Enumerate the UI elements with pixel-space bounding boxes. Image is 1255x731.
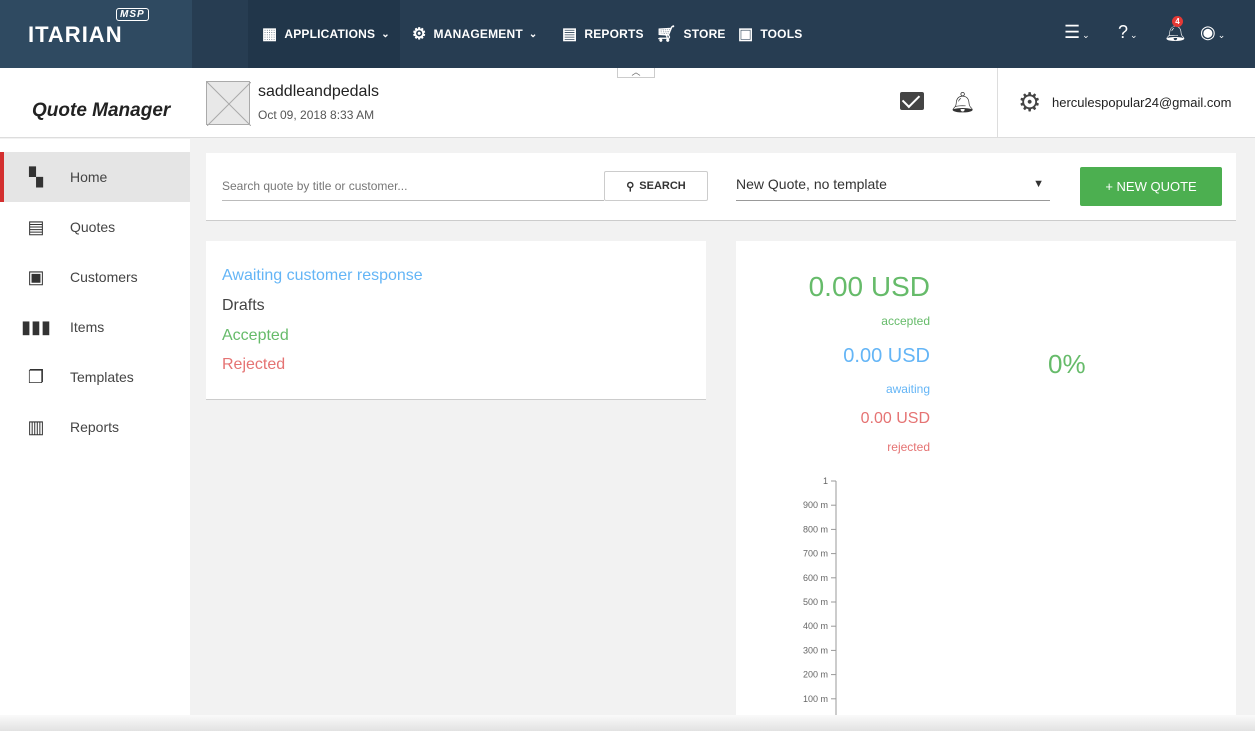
grid-icon: ▦: [262, 26, 278, 43]
brand-name: ITARIAN: [28, 22, 123, 47]
quote-status-panel: Awaiting customer response Drafts Accept…: [206, 241, 706, 400]
chevron-down-icon: ⌄: [528, 28, 538, 40]
template-select-value: New Quote, no template: [736, 176, 887, 192]
items-icon: ▮▮▮: [21, 316, 51, 337]
dropdown-caret-icon: ▼: [1033, 178, 1044, 190]
sidebar-item-label: Items: [70, 319, 105, 335]
quote-summary-panel: 0.00 USD accepted 0.00 USD awaiting 0.00…: [736, 241, 1236, 731]
chart-y-tick-label: 600 m: [803, 573, 828, 583]
template-select[interactable]: New Quote, no template ▼: [736, 171, 1050, 201]
sidebar-item-templates[interactable]: ❐ Templates: [0, 352, 190, 402]
chart-y-tick-label: 100 m: [803, 694, 828, 704]
search-input[interactable]: [222, 171, 604, 201]
sidebar-item-label: Reports: [70, 419, 120, 435]
cart-icon: 🛒︎: [656, 26, 677, 43]
report-icon: ▤: [562, 26, 578, 43]
chevron-down-icon: ⌄: [381, 28, 390, 40]
brand-tag: MSP: [116, 8, 149, 21]
nav-store-label: STORE: [683, 27, 726, 41]
nav-tools-label: TOOLS: [760, 27, 803, 41]
copy-icon: ❐: [27, 366, 45, 387]
app-header: Quote Manager saddleandpedals Oct 09, 20…: [0, 68, 1255, 138]
chevron-down-icon: ⌄: [1130, 30, 1138, 40]
header-divider: [997, 68, 998, 138]
nav-applications[interactable]: ▦ APPLICATIONS ⌄: [248, 0, 400, 68]
chart-y-tick-label: 300 m: [803, 645, 828, 655]
recent-history-button[interactable]: ☰ ⌄: [1064, 22, 1090, 43]
chart-y-tick-label: 900 m: [803, 500, 828, 510]
user-avatar-icon: ◉: [1200, 22, 1216, 42]
sidebar-item-label: Home: [70, 169, 108, 185]
tenant-logo-placeholder: [206, 81, 252, 127]
tenant-name: saddleandpedals: [258, 83, 379, 100]
nav-reports[interactable]: ▤ REPORTS: [562, 0, 644, 68]
search-button-label: SEARCH: [639, 180, 686, 192]
contact-card-icon: ▣: [27, 266, 45, 287]
nav-tools[interactable]: ▣ TOOLS: [738, 0, 802, 68]
rejected-amount: 0.00 USD: [860, 410, 930, 427]
sidebar-item-label: Customers: [70, 269, 138, 285]
quote-list-icon: ▤: [27, 216, 45, 237]
nav-management[interactable]: ⚙ MANAGEMENT ⌄: [412, 0, 537, 68]
top-navigation-bar: ITARIAN MSP ▦ APPLICATIONS ⌄ ⚙ MANAGEMEN…: [0, 0, 1255, 68]
gears-icon: ⚙: [412, 26, 427, 43]
sidebar-item-customers[interactable]: ▣ Customers: [0, 252, 190, 302]
chart-y-tick-label: 400 m: [803, 621, 828, 631]
accepted-amount: 0.00 USD: [808, 271, 930, 302]
chart-y-tick-label: 200 m: [803, 670, 828, 680]
notifications-button[interactable]: 🔔︎ 4: [1164, 16, 1187, 43]
notification-count-badge: 4: [1172, 16, 1183, 27]
mail-icon[interactable]: [900, 92, 924, 110]
chart-y-tick-label: 500 m: [803, 597, 828, 607]
awaiting-amount: 0.00 USD: [843, 345, 930, 367]
chevron-down-icon: ⌄: [1217, 30, 1226, 40]
rejected-label: rejected: [887, 440, 930, 454]
chevron-down-icon: ⌄: [1082, 30, 1090, 40]
nav-store[interactable]: 🛒︎ STORE: [656, 0, 726, 68]
new-quote-button[interactable]: + NEW QUOTE: [1080, 167, 1222, 206]
sidebar: ▚ Home ▤ Quotes ▣ Customers ▮▮▮ Items ❐ …: [0, 139, 190, 731]
logo-area[interactable]: ITARIAN MSP: [0, 0, 192, 68]
user-email: herculespopular24@gmail.com: [1052, 95, 1232, 110]
bar-chart-icon: ▥: [27, 416, 45, 437]
help-button[interactable]: ? ⌄: [1118, 22, 1138, 43]
search-icon: ⚲: [626, 180, 635, 193]
brand-logo[interactable]: ITARIAN MSP: [28, 8, 149, 48]
status-drafts-link[interactable]: Drafts: [222, 297, 265, 315]
chart-y-tick-label: 700 m: [803, 549, 828, 559]
nav-reports-label: REPORTS: [584, 27, 644, 41]
quote-chart: 1 900 m 800 m 700 m 600 m 500 m 400 m 300 m 200 …: [803, 476, 837, 723]
status-accepted-link[interactable]: Accepted: [222, 327, 289, 345]
chart-y-tick-label: 800 m: [803, 524, 828, 534]
collapse-header-button[interactable]: ︿: [617, 68, 655, 78]
help-icon: ?: [1118, 22, 1129, 42]
image-placeholder-icon: [206, 81, 252, 127]
nav-management-label: MANAGEMENT: [433, 27, 523, 41]
tenant-date: Oct 09, 2018 8:33 AM: [258, 108, 375, 122]
chart-y-tick-label: 1: [823, 476, 828, 486]
status-rejected-link[interactable]: Rejected: [222, 356, 285, 374]
bottom-edge: [0, 715, 1255, 731]
bell-icon[interactable]: 🔔︎: [950, 90, 975, 115]
accepted-label: accepted: [881, 314, 930, 328]
nav-applications-label: APPLICATIONS: [284, 27, 376, 41]
search-toolbar: ⚲ SEARCH New Quote, no template ▼ + NEW …: [206, 153, 1236, 221]
settings-gear-icon[interactable]: ⚙: [1018, 87, 1041, 118]
toolbox-icon: ▣: [738, 26, 754, 43]
acceptance-percent: 0%: [1048, 349, 1086, 379]
search-button[interactable]: ⚲ SEARCH: [604, 171, 708, 201]
awaiting-label: awaiting: [885, 382, 930, 396]
sidebar-item-items[interactable]: ▮▮▮ Items: [0, 302, 190, 352]
sidebar-item-reports[interactable]: ▥ Reports: [0, 402, 190, 452]
history-icon: ☰: [1064, 22, 1081, 42]
app-title: Quote Manager: [32, 100, 171, 121]
sidebar-item-home[interactable]: ▚ Home: [0, 152, 190, 202]
sidebar-item-quotes[interactable]: ▤ Quotes: [0, 202, 190, 252]
user-menu-button[interactable]: ◉ ⌄: [1200, 22, 1225, 43]
sidebar-item-label: Quotes: [70, 219, 116, 235]
sidebar-item-label: Templates: [70, 369, 134, 385]
status-awaiting-link[interactable]: Awaiting customer response: [222, 267, 423, 285]
dashboard-icon: ▚: [29, 166, 43, 187]
